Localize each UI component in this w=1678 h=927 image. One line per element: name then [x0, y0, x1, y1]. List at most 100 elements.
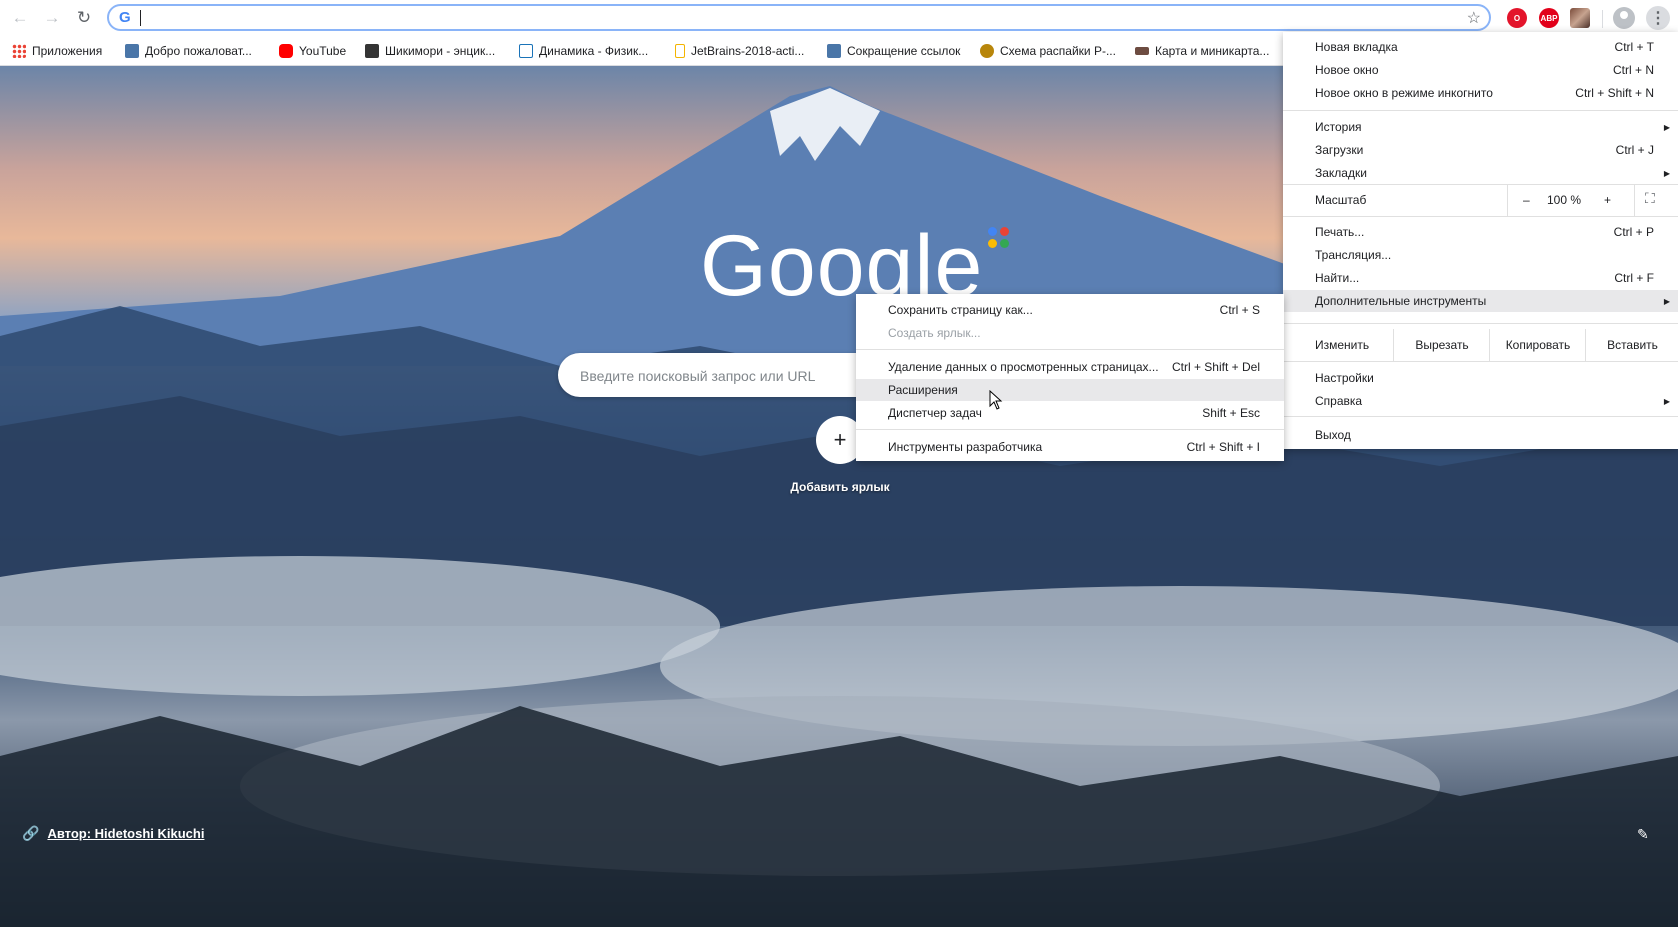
bookmark-cable-scheme[interactable]: Схема распайки Р-... [980, 41, 1116, 61]
menu-item-print[interactable]: Печать... Ctrl + P [1283, 221, 1678, 243]
menu-item-find[interactable]: Найти... Ctrl + F [1283, 267, 1678, 289]
text-caret [140, 10, 141, 26]
vk-icon [827, 44, 841, 58]
arrow-left-icon: ← [11, 8, 29, 27]
menu-item-label: Загрузки [1315, 143, 1364, 157]
menu-item-shortcut: Ctrl + S [1219, 303, 1260, 317]
copy-button[interactable]: Копировать [1489, 329, 1586, 361]
bookmark-label: Карта и миникарта... [1155, 44, 1270, 58]
menu-item-help[interactable]: Справка ▶ [1283, 390, 1678, 412]
bookmark-label: Схема распайки Р-... [1000, 44, 1116, 58]
apps-icon [12, 44, 26, 58]
menu-item-history[interactable]: История ▶ [1283, 116, 1678, 138]
bookmark-apps[interactable]: Приложения [12, 41, 102, 61]
bookmark-label: Шикимори - энцик... [385, 44, 496, 58]
menu-item-downloads[interactable]: Загрузки Ctrl + J [1283, 139, 1678, 161]
edit-label: Изменить [1315, 338, 1370, 352]
bookmark-label: Динамика - Физик... [539, 44, 649, 58]
submenu-item-create-shortcut[interactable]: Создать ярлык... [856, 322, 1284, 344]
zoom-out-button[interactable]: – [1523, 193, 1530, 207]
menu-item-shortcut: Ctrl + P [1613, 225, 1654, 239]
menu-item-shortcut: Ctrl + Shift + I [1186, 440, 1260, 454]
submenu-item-save-page[interactable]: Сохранить страницу как... Ctrl + S [856, 299, 1284, 321]
menu-edit-row: Изменить Вырезать Копировать Вставить [1283, 329, 1678, 361]
menu-button[interactable]: ⋮ [1646, 6, 1670, 30]
menu-item-shortcut: Ctrl + Shift + Del [1171, 360, 1260, 374]
bookmark-vk-shortener[interactable]: Сокращение ссылок [827, 41, 960, 61]
menu-item-shortcut: Ctrl + N [1612, 63, 1654, 77]
bookmark-physics[interactable]: Динамика - Физик... [519, 41, 648, 61]
menu-item-label: Выход [1315, 428, 1351, 442]
menu-divider [856, 349, 1284, 350]
bookmark-youtube[interactable]: YouTube [279, 41, 346, 61]
menu-item-exit[interactable]: Выход [1283, 424, 1678, 446]
reload-icon: ↻ [76, 8, 92, 27]
menu-item-more-tools[interactable]: Дополнительные инструменты ▶ [1283, 290, 1678, 312]
map-icon [1135, 47, 1149, 55]
more-tools-submenu: Сохранить страницу как... Ctrl + S Созда… [856, 294, 1284, 461]
google-apps-dots-icon [988, 227, 1012, 251]
submenu-item-extensions[interactable]: Расширения [856, 379, 1284, 401]
shikimori-icon [365, 44, 379, 58]
vk-icon [125, 44, 139, 58]
menu-item-label: Инструменты разработчика [888, 440, 1043, 454]
submenu-item-clear-data[interactable]: Удаление данных о просмотренных страница… [856, 356, 1284, 378]
menu-item-shortcut: Ctrl + J [1615, 143, 1654, 157]
opera-vpn-extension-icon[interactable]: O [1507, 8, 1527, 28]
reload-button[interactable]: ↻ [72, 6, 96, 30]
profile-avatar[interactable] [1613, 7, 1635, 29]
document-icon [675, 44, 685, 58]
menu-item-new-window[interactable]: Новое окно Ctrl + N [1283, 59, 1678, 81]
attribution-link[interactable]: Автор: Hidetoshi Kikuchi [47, 826, 204, 841]
menu-item-label: Новое окно в режиме инкогнито [1315, 86, 1493, 100]
submenu-arrow-icon: ▶ [1663, 296, 1670, 306]
bookmark-star-icon[interactable]: ☆ [1467, 8, 1481, 28]
omnibox[interactable]: G ☆ [107, 4, 1491, 31]
menu-item-bookmarks[interactable]: Закладки ▶ [1283, 162, 1678, 184]
menu-item-label: Расширения [888, 383, 958, 397]
submenu-item-task-manager[interactable]: Диспетчер задач Shift + Esc [856, 402, 1284, 424]
adblock-plus-extension-icon[interactable]: ABP [1539, 8, 1559, 28]
forward-button[interactable]: → [40, 6, 64, 30]
bookmark-shikimori[interactable]: Шикимори - энцик... [365, 41, 495, 61]
back-button[interactable]: ← [8, 6, 32, 30]
menu-item-label: Закладки [1315, 166, 1367, 180]
menu-item-shortcut: Ctrl + F [1614, 271, 1654, 285]
bookmark-label: JetBrains-2018-acti... [691, 44, 805, 58]
menu-item-label: Сохранить страницу как... [888, 303, 1033, 317]
menu-divider [1283, 216, 1678, 217]
customize-pencil-icon[interactable]: ✎ [1637, 826, 1649, 843]
menu-item-label: Новая вкладка [1315, 40, 1398, 54]
zoom-control: – 100 % + [1507, 184, 1635, 216]
photo-attribution[interactable]: 🔗 Автор: Hidetoshi Kikuchi [22, 825, 204, 842]
menu-item-shortcut: Shift + Esc [1202, 406, 1260, 420]
menu-divider [1283, 416, 1678, 417]
bookmark-map[interactable]: Карта и миникарта... [1135, 41, 1269, 61]
picture-extension-icon[interactable] [1570, 8, 1590, 28]
menu-item-label: Найти... [1315, 271, 1360, 285]
cut-button[interactable]: Вырезать [1393, 329, 1490, 361]
menu-item-label: Справка [1315, 394, 1363, 408]
kebab-icon: ⋮ [1650, 10, 1666, 27]
browser-toolbar: ← → ↻ G ☆ O ABP ⋮ [0, 0, 1678, 36]
bookmark-label: Сокращение ссылок [847, 44, 961, 58]
cable-icon [980, 44, 994, 58]
menu-item-new-tab[interactable]: Новая вкладка Ctrl + T [1283, 36, 1678, 58]
bookmark-jetbrains[interactable]: JetBrains-2018-acti... [675, 41, 804, 61]
paste-button[interactable]: Вставить [1585, 329, 1678, 361]
submenu-arrow-icon: ▶ [1663, 122, 1670, 132]
menu-item-cast[interactable]: Трансляция... [1283, 244, 1678, 266]
menu-divider [1283, 361, 1678, 362]
zoom-in-button[interactable]: + [1604, 193, 1611, 207]
zoom-label: Масштаб [1315, 193, 1367, 207]
menu-item-label: Дополнительные инструменты [1315, 294, 1487, 308]
submenu-item-dev-tools[interactable]: Инструменты разработчика Ctrl + Shift + … [856, 436, 1284, 458]
fullscreen-icon[interactable]: ⛶ [1645, 190, 1663, 206]
bookmark-label: YouTube [299, 44, 347, 58]
menu-divider [1283, 110, 1678, 111]
bookmark-vk-welcome[interactable]: Добро пожаловат... [125, 41, 252, 61]
menu-item-label: Печать... [1315, 225, 1365, 239]
menu-item-settings[interactable]: Настройки [1283, 367, 1678, 389]
menu-item-incognito[interactable]: Новое окно в режиме инкогнито Ctrl + Shi… [1283, 82, 1678, 104]
google-icon: G [119, 9, 131, 26]
